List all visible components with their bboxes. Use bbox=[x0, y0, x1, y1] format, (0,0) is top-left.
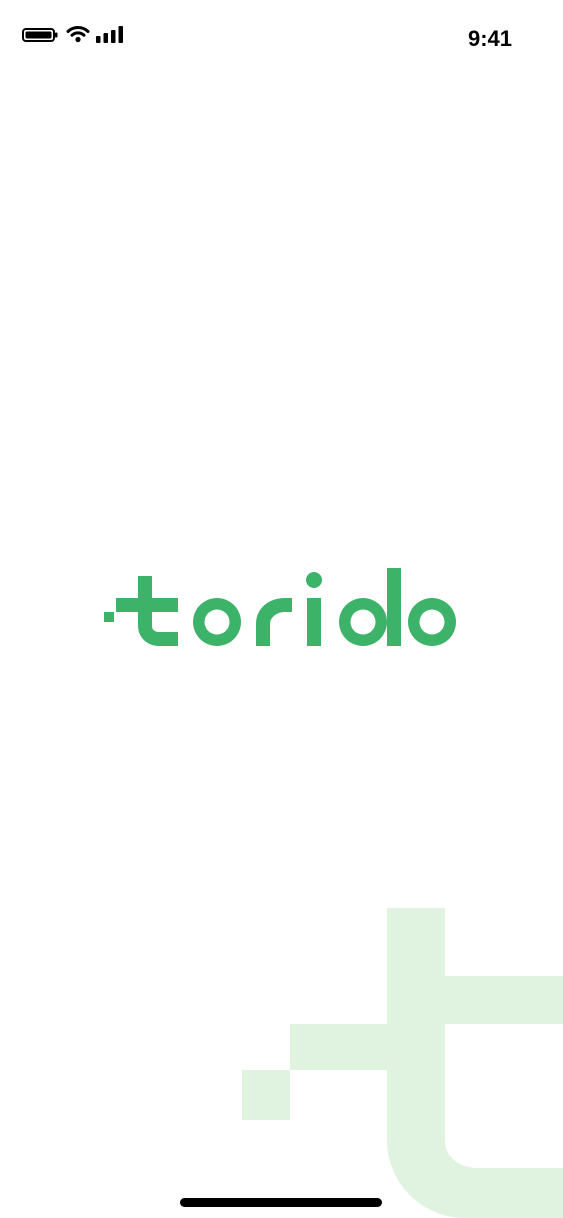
wifi-icon bbox=[66, 26, 90, 43]
status-icons bbox=[22, 24, 126, 46]
status-bar: 9:41 bbox=[0, 0, 563, 70]
cellular-signal-icon bbox=[96, 26, 123, 43]
decorative-brand-mark bbox=[242, 908, 563, 1218]
torido-logo bbox=[104, 568, 456, 646]
status-time: 9:41 bbox=[468, 26, 513, 51]
home-indicator[interactable] bbox=[180, 1198, 382, 1207]
battery-icon bbox=[22, 28, 58, 42]
